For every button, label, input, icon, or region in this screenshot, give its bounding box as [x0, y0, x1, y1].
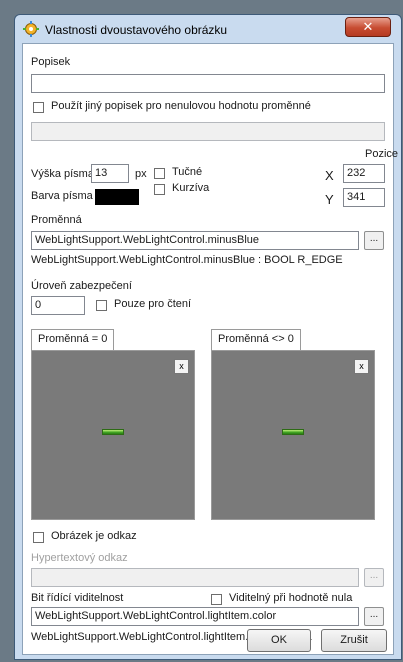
- position-x-label: X: [325, 168, 334, 183]
- app-gear-icon: [23, 21, 39, 37]
- indicator-light-zero: [102, 429, 124, 435]
- visibility-browse-button[interactable]: ...: [364, 607, 384, 626]
- window-title: Vlastnosti dvoustavového obrázku: [45, 23, 228, 37]
- visible-at-zero-checkbox[interactable]: [211, 594, 222, 605]
- indicator-light-nonzero: [282, 429, 304, 435]
- italic-checkbox[interactable]: [154, 184, 165, 195]
- remove-image-zero-button[interactable]: x: [174, 359, 189, 374]
- tab-variable-nonzero-label: Proměnná <> 0: [218, 333, 294, 345]
- remove-icon: x: [359, 361, 364, 371]
- readonly-checkbox-label: Pouze pro čtení: [114, 298, 192, 310]
- title-bar[interactable]: Vlastnosti dvoustavového obrázku ✕: [15, 15, 401, 43]
- tab-variable-nonzero[interactable]: Proměnná <> 0: [211, 329, 301, 350]
- alt-label-checkbox-label: Použít jiný popisek pro nenulovou hodnot…: [51, 100, 311, 112]
- hyperlink-browse-button[interactable]: ...: [364, 568, 384, 587]
- image-preview-nonzero[interactable]: x: [211, 350, 375, 520]
- visibility-bit-caption: Bit řídící viditelnost: [31, 592, 124, 604]
- visibility-bit-input[interactable]: WebLightSupport.WebLightControl.lightIte…: [31, 607, 359, 626]
- position-y-input[interactable]: 341: [343, 188, 385, 207]
- label-caption: Popisek: [31, 56, 71, 68]
- remove-image-nonzero-button[interactable]: x: [354, 359, 369, 374]
- variable-caption: Proměnná: [31, 214, 82, 226]
- hyperlink-caption: Hypertextový odkaz: [31, 552, 128, 564]
- readonly-checkbox[interactable]: [96, 300, 107, 311]
- position-x-input[interactable]: 232: [343, 164, 385, 183]
- label-input[interactable]: [31, 74, 385, 93]
- font-height-label: Výška písma: [31, 168, 94, 180]
- close-icon: ✕: [362, 19, 374, 34]
- variable-input[interactable]: WebLightSupport.WebLightControl.minusBlu…: [31, 231, 359, 250]
- variable-info: WebLightSupport.WebLightControl.minusBlu…: [31, 254, 343, 266]
- position-caption: Pozice: [365, 148, 399, 160]
- image-is-link-checkbox[interactable]: [33, 532, 44, 543]
- security-caption: Úroveň zabezpečení: [31, 280, 132, 292]
- font-height-input[interactable]: 13: [91, 164, 129, 183]
- position-y-label: Y: [325, 192, 334, 207]
- alt-label-checkbox[interactable]: [33, 102, 44, 113]
- tab-variable-zero[interactable]: Proměnná = 0: [31, 329, 115, 350]
- italic-checkbox-label: Kurzíva: [172, 182, 210, 194]
- tab-variable-zero-label: Proměnná = 0: [38, 333, 108, 345]
- bold-checkbox-label: Tučné: [172, 166, 203, 178]
- cancel-button[interactable]: Zrušit: [321, 629, 387, 652]
- hyperlink-input[interactable]: [31, 568, 359, 587]
- close-button[interactable]: ✕: [345, 17, 391, 37]
- alt-label-input[interactable]: [31, 122, 385, 141]
- bold-checkbox[interactable]: [154, 168, 165, 179]
- font-color-label: Barva písma: [31, 190, 93, 202]
- remove-icon: x: [179, 361, 184, 371]
- variable-browse-button[interactable]: ...: [364, 231, 384, 250]
- visible-at-zero-checkbox-label: Viditelný při hodnotě nula: [229, 592, 353, 604]
- image-is-link-checkbox-label: Obrázek je odkaz: [51, 530, 137, 542]
- ok-button[interactable]: OK: [247, 629, 311, 652]
- dialog-body: Popisek Použít jiný popisek pro nenulovo…: [22, 43, 398, 655]
- dialog-window: Vlastnosti dvoustavového obrázku ✕ Popis…: [14, 14, 402, 660]
- security-level-input[interactable]: 0: [31, 296, 85, 315]
- font-color-swatch[interactable]: [95, 189, 139, 205]
- font-height-unit: px: [135, 168, 147, 180]
- image-preview-zero[interactable]: x: [31, 350, 195, 520]
